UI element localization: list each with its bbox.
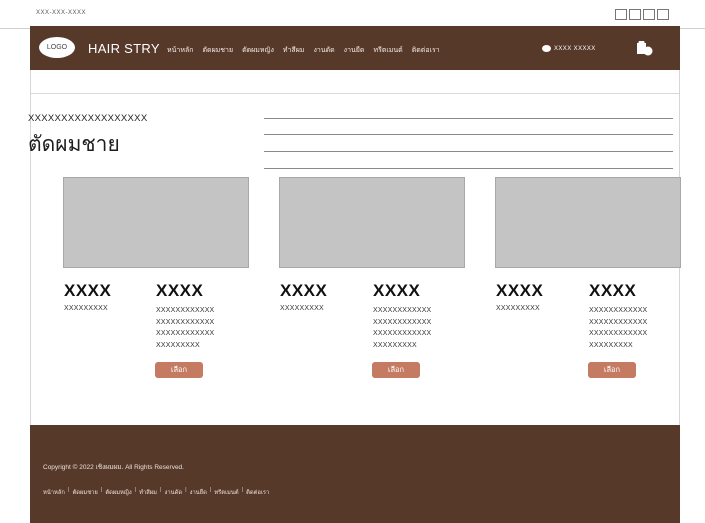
logo[interactable]: LOGO <box>39 37 75 58</box>
social-icon-4[interactable] <box>657 9 669 20</box>
brand-name[interactable]: HAIR STRY <box>88 41 160 56</box>
cart-icon[interactable] <box>634 40 654 56</box>
card-image[interactable] <box>279 177 465 268</box>
card-subtitle: XXXXXXXXX <box>496 305 540 312</box>
nav-item-treatment[interactable]: ทรีตเมนต์ <box>373 45 402 56</box>
nav-item-straighten[interactable]: งานยืด <box>344 45 365 56</box>
user-dot-icon <box>542 45 551 52</box>
top-strip: XXX-XXX-XXXX <box>0 0 705 29</box>
nav-item-men-haircut[interactable]: ตัดผมชาย <box>202 45 233 56</box>
footer-link-home[interactable]: หน้าหลัก <box>43 487 65 497</box>
card-description-line: XXXXXXXXXXXX <box>156 330 215 337</box>
select-button[interactable]: เลือก <box>588 362 636 378</box>
separator: | <box>185 487 187 493</box>
separator: | <box>67 487 70 493</box>
footer-link-hair-color[interactable]: ทำสีผม <box>139 487 157 497</box>
social-icon-1[interactable] <box>615 9 627 20</box>
card-title-secondary: XXXX <box>589 281 637 300</box>
footer-link-treatment[interactable]: ทรีตเมนต์ <box>214 487 238 497</box>
footer-link-men-haircut[interactable]: ตัดผมชาย <box>72 487 97 497</box>
card-description-line: XXXXXXXXX <box>156 341 200 349</box>
footer-link-straighten[interactable]: งานยืด <box>190 487 207 497</box>
card-description: XXXXXXXXXXXX XXXXXXXXXXXX XXXXXXXXXXXX X… <box>156 305 256 351</box>
decorative-line <box>264 134 673 135</box>
decorative-line <box>264 151 673 152</box>
site-footer: Copyright © 2022 เชิงผมผม. All Rights Re… <box>30 425 680 523</box>
card-subtitle: XXXXXXXXX <box>64 305 108 312</box>
site-header: LOGO HAIR STRY หน้าหลัก ตัดผมชาย ตัดผมหญ… <box>30 26 680 70</box>
card-description-line: XXXXXXXXXXXX <box>156 318 215 326</box>
select-button[interactable]: เลือก <box>372 362 420 378</box>
nav-item-perm[interactable]: งานดัด <box>313 45 334 56</box>
select-button[interactable]: เลือก <box>155 362 203 378</box>
nav-item-contact[interactable]: ติดต่อเรา <box>412 45 440 56</box>
social-icon-2[interactable] <box>629 9 641 20</box>
footer-nav: หน้าหลัก | ตัดผมชาย | ตัดผมหญิง | ทำสีผม | ง… <box>43 487 269 497</box>
nav-item-hair-color[interactable]: ทำสีผม <box>283 45 305 56</box>
card-title: XXXX <box>496 281 544 300</box>
nav-item-home[interactable]: หน้าหลัก <box>167 45 193 56</box>
page-title: ตัดผมชาย <box>28 133 120 156</box>
card-image[interactable] <box>495 177 681 268</box>
card-description-line: XXXXXXXXXXXX <box>373 330 432 337</box>
user-label: XXXX XXXXX <box>554 45 596 52</box>
card-description-line: XXXXXXXXXXXX <box>589 330 648 337</box>
separator: | <box>209 487 212 493</box>
page: XXX-XXX-XXXX LOGO HAIR STRY หน้าหลัก ตัด… <box>0 0 705 523</box>
card-description: XXXXXXXXXXXX XXXXXXXXXXXX XXXXXXXXXXXX X… <box>589 305 689 351</box>
divider <box>31 93 679 94</box>
card-description-line: XXXXXXXXXXXX <box>589 307 648 314</box>
card-description-line: XXXXXXXXXXXX <box>373 307 432 314</box>
separator: | <box>134 487 137 493</box>
phone-number: XXX-XXX-XXXX <box>36 10 87 16</box>
card-description-line: XXXXXXXXXXXX <box>373 318 432 326</box>
separator: | <box>241 487 244 493</box>
separator: | <box>100 487 103 493</box>
card-subtitle: XXXXXXXXX <box>280 305 324 312</box>
card-image[interactable] <box>63 177 249 268</box>
footer-link-contact[interactable]: ติดต่อเรา <box>246 487 269 497</box>
card-title: XXXX <box>280 281 328 300</box>
social-icon-3[interactable] <box>643 9 655 20</box>
card-description-line: XXXXXXXXXXXX <box>156 307 215 314</box>
social-icons <box>615 9 669 20</box>
section-kicker: XXXXXXXXXXXXXXXXXX <box>28 113 148 124</box>
card-title-secondary: XXXX <box>156 281 204 300</box>
nav-item-women-haircut[interactable]: ตัดผมหญิง <box>242 45 274 56</box>
decorative-line <box>264 168 673 169</box>
decorative-line <box>264 118 673 119</box>
card-title-secondary: XXXX <box>373 281 421 300</box>
copyright-text: Copyright © 2022 เชิงผมผม. All Rights Re… <box>43 464 184 471</box>
card-description: XXXXXXXXXXXX XXXXXXXXXXXX XXXXXXXXXXXX X… <box>373 305 473 351</box>
footer-link-perm[interactable]: งานดัด <box>165 487 183 497</box>
main-nav: หน้าหลัก ตัดผมชาย ตัดผมหญิง ทำสีผม งานดั… <box>167 45 440 56</box>
footer-link-women-haircut[interactable]: ตัดผมหญิง <box>105 487 131 497</box>
card-description-line: XXXXXXXXX <box>373 341 417 349</box>
card-description-line: XXXXXXXXXXXX <box>589 318 648 326</box>
separator: | <box>160 487 162 493</box>
card-title: XXXX <box>64 281 112 300</box>
user-account[interactable]: XXXX XXXXX <box>542 45 596 52</box>
card-description-line: XXXXXXXXX <box>589 341 633 349</box>
